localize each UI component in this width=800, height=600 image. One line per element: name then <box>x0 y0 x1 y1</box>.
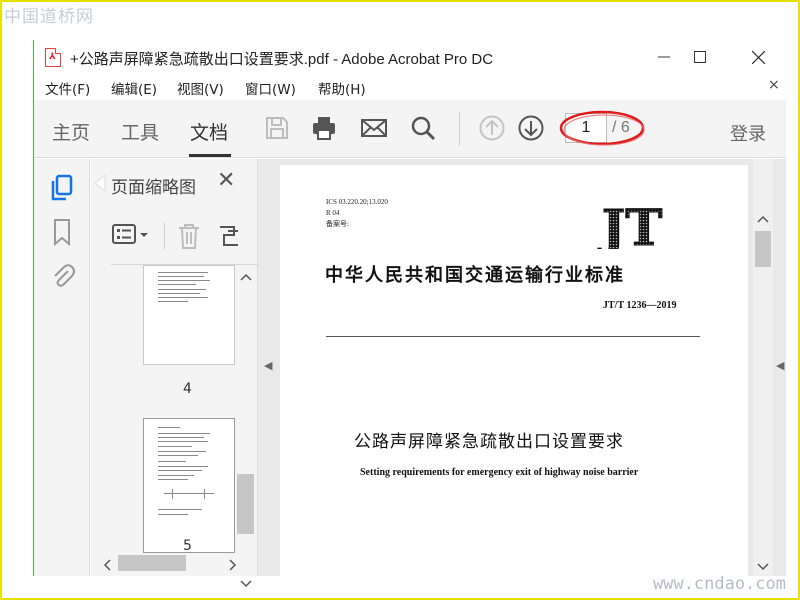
collapse-left-pane-icon[interactable]: ◀ <box>264 359 272 372</box>
watermark-top: 中国道桥网 <box>4 7 94 27</box>
thumbnail-vertical-scrollbar[interactable] <box>236 269 256 588</box>
attachment-icon[interactable] <box>48 261 76 291</box>
red-highlight-ellipse <box>559 110 645 146</box>
next-page-icon[interactable] <box>517 114 545 142</box>
thumbnail-page-number: 4 <box>183 381 192 397</box>
doc-scroll-thumb[interactable] <box>755 231 771 267</box>
menu-view[interactable]: 视图(V) <box>177 78 224 98</box>
jt-standard-logo: JT <box>597 201 663 249</box>
pdf-file-icon: ⅄ <box>45 48 61 67</box>
horizontal-scroll-thumb[interactable] <box>118 555 186 571</box>
active-tab-indicator <box>189 154 231 157</box>
thumbnail-list: 4 5 <box>91 265 236 555</box>
save-icon[interactable] <box>263 114 291 142</box>
thumbnail-pane-title: 页面缩略图 <box>111 178 196 198</box>
doc-scroll-up-icon[interactable] <box>757 215 769 223</box>
pane-pointer <box>95 175 106 191</box>
menu-file[interactable]: 文件(F) <box>45 78 90 98</box>
scroll-left-icon[interactable] <box>103 559 111 571</box>
classification-code: R 04 <box>326 209 340 217</box>
menu-help[interactable]: 帮助(H) <box>318 78 366 98</box>
tab-home[interactable]: 主页 <box>52 118 90 145</box>
document-meta: ICS 03.220.20;13.020 R 04 备案号: <box>326 197 388 230</box>
login-button[interactable]: 登录 <box>730 120 766 146</box>
extract-icon[interactable] <box>216 221 240 251</box>
scroll-right-icon[interactable] <box>229 559 237 571</box>
collapse-right-pane-icon[interactable]: ◀ <box>776 359 784 372</box>
menu-bar: 文件(F) 编辑(E) 视图(V) 窗口(W) 帮助(H) × <box>34 76 786 98</box>
toolbar-separator <box>459 112 460 146</box>
heading-rule <box>326 336 700 337</box>
watermark-bottom: www.cndao.com <box>652 574 786 594</box>
bookmark-icon[interactable] <box>48 217 76 247</box>
search-icon[interactable] <box>409 114 437 142</box>
thumbnail-options-icon[interactable] <box>111 221 155 249</box>
standard-heading: 中华人民共和国交通运输行业标准 <box>325 265 625 286</box>
thumbnail-toolbar <box>111 219 258 253</box>
email-icon[interactable] <box>360 114 388 142</box>
thumbnail-page-number: 5 <box>183 538 192 554</box>
delete-icon[interactable] <box>175 221 203 251</box>
window-title: +公路声屏障紧急疏散出口设置要求.pdf - Adobe Acrobat Pro… <box>70 51 494 68</box>
previous-page-icon[interactable] <box>478 114 506 142</box>
standard-code: JT/T 1236—2019 <box>603 300 677 311</box>
tab-tools[interactable]: 工具 <box>121 118 159 145</box>
close-document-icon[interactable]: × <box>768 77 780 93</box>
scroll-down-icon[interactable] <box>240 580 252 588</box>
thumbnail-pane: 页面缩略图 ✕ 4 5 <box>91 159 258 588</box>
tab-document[interactable]: 文档 <box>190 118 228 145</box>
scroll-up-icon[interactable] <box>240 273 252 281</box>
logo-text: JT <box>598 201 663 249</box>
doc-scroll-down-icon[interactable] <box>757 563 769 571</box>
filing-number-label: 备案号: <box>326 220 349 228</box>
page-thumbnails-icon[interactable] <box>48 173 76 203</box>
menu-window[interactable]: 窗口(W) <box>245 78 296 98</box>
toolbar: 主页 工具 文档 1 / 6 登录 <box>34 100 786 158</box>
pane-tools-separator <box>164 223 165 249</box>
minimize-icon <box>658 56 670 58</box>
document-title: 公路声屏障紧急疏散出口设置要求 <box>354 432 624 452</box>
document-page: ICS 03.220.20;13.020 R 04 备案号: JT 中华人民共和… <box>280 165 748 576</box>
title-bar: ⅄ +公路声屏障紧急疏散出口设置要求.pdf - Adobe Acrobat P… <box>34 40 786 74</box>
thumbnail-horizontal-scrollbar[interactable] <box>91 553 256 573</box>
page-thumbnail-4[interactable] <box>143 265 235 365</box>
ics-code: ICS 03.220.20;13.020 <box>326 198 388 206</box>
menu-edit[interactable]: 编辑(E) <box>111 78 157 98</box>
close-icon <box>751 50 765 64</box>
print-icon[interactable] <box>310 114 338 142</box>
thumbnail-scroll-thumb[interactable] <box>237 474 254 534</box>
maximize-icon <box>694 51 706 63</box>
acrobat-window: ⅄ +公路声屏障紧急疏散出口设置要求.pdf - Adobe Acrobat P… <box>33 40 786 588</box>
maximize-button[interactable] <box>680 44 720 70</box>
page-thumbnail-5[interactable] <box>143 418 235 553</box>
document-vertical-scrollbar[interactable] <box>753 159 773 576</box>
pane-close-icon[interactable]: ✕ <box>217 168 235 193</box>
close-window-button[interactable] <box>738 44 778 70</box>
minimize-button[interactable] <box>644 44 684 70</box>
document-subtitle: Setting requirements for emergency exit … <box>360 467 639 478</box>
left-navigation-rail <box>34 159 90 576</box>
document-view: ◀ ICS 03.220.20;13.020 R 04 备案号: JT 中华人民… <box>258 159 786 576</box>
